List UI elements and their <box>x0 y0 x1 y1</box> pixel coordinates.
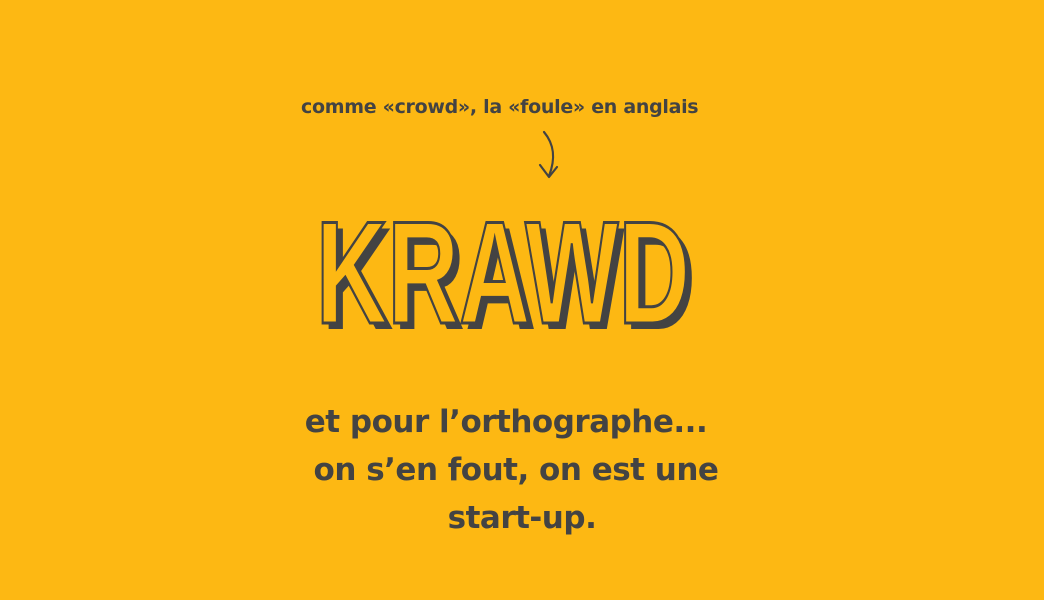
tagline-line-2: on s’en fout, on est une <box>313 452 719 488</box>
poster-background: comme «crowd», la «foule» en anglais KRA… <box>0 0 1044 600</box>
tagline-line-1: et pour l’orthographe... <box>304 404 708 440</box>
curved-down-arrow-icon <box>538 130 559 179</box>
krawd-logo: KRAWD KRAWD <box>318 205 696 340</box>
annotation-text: comme «crowd», la «foule» en anglais <box>301 96 699 118</box>
logo-face: KRAWD <box>318 205 690 340</box>
tagline-line-3: start-up. <box>447 500 597 536</box>
tagline: et pour l’orthographe... on s’en fout, o… <box>222 398 822 542</box>
